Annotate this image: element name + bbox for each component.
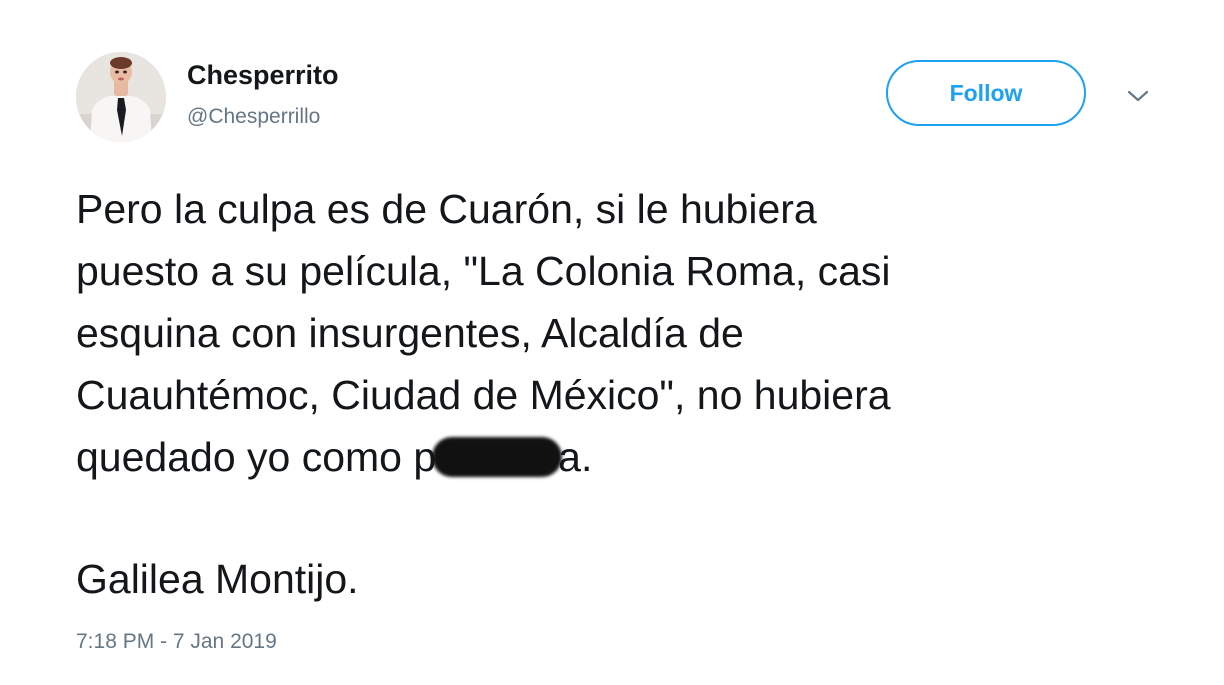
display-name[interactable]: Chesperrito [187, 60, 339, 91]
tweet-line: esquina con insurgentes, Alcaldía de [76, 310, 744, 356]
censor-blot [432, 437, 563, 477]
avatar[interactable] [76, 52, 166, 142]
tweet-line-text: quedado yo como p [76, 434, 437, 480]
tweet-text: Pero la culpa es de Cuarón, si le hubier… [76, 178, 1156, 488]
tweet-line: puesto a su película, "La Colonia Roma, … [76, 248, 891, 294]
tweet-timestamp[interactable]: 7:18 PM - 7 Jan 2019 [76, 630, 277, 654]
follow-button[interactable]: Follow [886, 60, 1086, 126]
avatar-photo-icon [76, 52, 166, 142]
user-handle[interactable]: @Chesperrillo [187, 105, 320, 129]
tweet-line: quedado yo como p a. [76, 426, 1156, 488]
follow-button-label: Follow [949, 79, 1023, 106]
chevron-down-icon[interactable] [1124, 86, 1152, 106]
tweet-card: Chesperrito @Chesperrillo Follow Pero la… [0, 0, 1224, 685]
tweet-line: Pero la culpa es de Cuarón, si le hubier… [76, 186, 817, 232]
tweet-line: Cuauhtémoc, Ciudad de México", no hubier… [76, 372, 891, 418]
tweet-signature: Galilea Montijo. [76, 556, 359, 602]
tweet-line-text: a. [558, 434, 593, 480]
